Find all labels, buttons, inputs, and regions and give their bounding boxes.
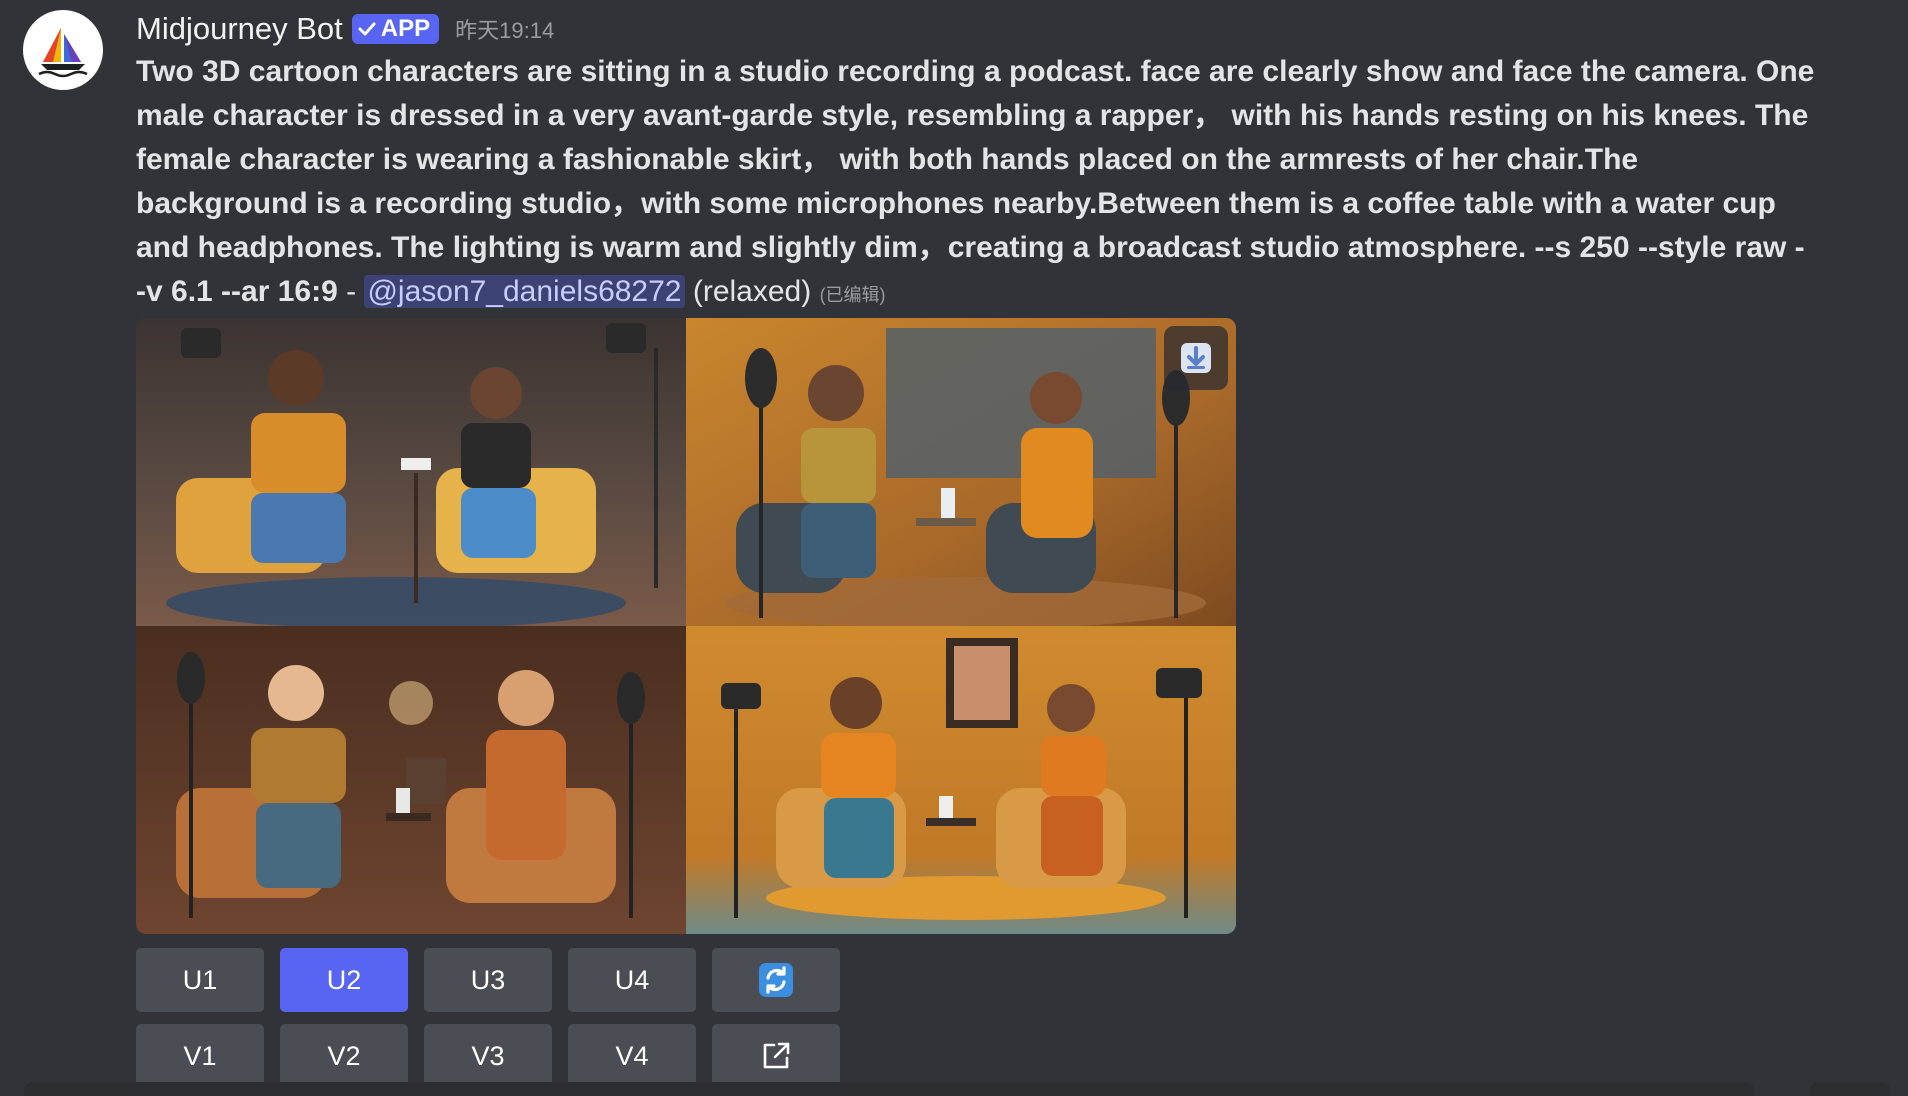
upscale-button-row: U1 U2 U3 U4 [136, 948, 840, 1012]
input-edge-right [1810, 1082, 1890, 1096]
checkmark-icon [358, 20, 376, 38]
prompt-line: background is a recording studio，with so… [136, 187, 1776, 220]
prompt-line: male character is dressed in a very avan… [136, 99, 1809, 132]
prompt-line: and headphones. The lighting is warm and… [136, 231, 1805, 264]
prompt-line: female character is wearing a fashionabl… [136, 143, 1639, 176]
prompt-params: -v 6.1 --ar 16:9 [136, 275, 338, 308]
v3-button[interactable]: V3 [424, 1024, 552, 1088]
sailboat-icon [38, 28, 88, 78]
prompt-line: Two 3D cartoon characters are sitting in… [136, 55, 1815, 88]
u4-button[interactable]: U4 [568, 948, 696, 1012]
v2-button[interactable]: V2 [280, 1024, 408, 1088]
download-button[interactable] [1164, 326, 1228, 390]
download-icon [1181, 343, 1211, 373]
chat-message: Midjourney Bot APP 昨天19:14 Two 3D cartoo… [0, 0, 1908, 1096]
message-content: Two 3D cartoon characters are sitting in… [136, 50, 1815, 314]
message-input-edge [24, 1082, 1754, 1096]
u3-button[interactable]: U3 [424, 948, 552, 1012]
reroll-icon [759, 963, 793, 997]
image-4[interactable] [686, 626, 1236, 934]
user-mention[interactable]: @jason7_daniels68272 [364, 275, 685, 308]
image-3[interactable] [136, 626, 686, 934]
app-badge-label: APP [380, 15, 431, 42]
app-badge: APP [351, 14, 440, 44]
image-1[interactable] [136, 318, 686, 629]
prompt-last-line: -v 6.1 --ar 16:9 - @jason7_daniels68272 … [136, 270, 1806, 314]
separator-dash: - [337, 275, 365, 308]
reroll-button[interactable] [712, 948, 840, 1012]
variation-button-row: V1 V2 V3 V4 [136, 1024, 840, 1088]
image-2[interactable] [686, 318, 1236, 629]
image-grid[interactable] [136, 318, 1236, 934]
v1-button[interactable]: V1 [136, 1024, 264, 1088]
v4-button[interactable]: V4 [568, 1024, 696, 1088]
open-link-button[interactable] [712, 1024, 840, 1088]
edited-label: (已编辑) [819, 285, 886, 305]
u1-button[interactable]: U1 [136, 948, 264, 1012]
author-name[interactable]: Midjourney Bot [136, 11, 343, 47]
bot-avatar[interactable] [23, 10, 103, 90]
u2-button[interactable]: U2 [280, 948, 408, 1012]
external-link-icon [763, 1042, 790, 1069]
message-timestamp: 昨天19:14 [455, 18, 555, 43]
message-header: Midjourney Bot APP 昨天19:14 [136, 8, 554, 50]
mode-status: (relaxed) [692, 275, 812, 308]
